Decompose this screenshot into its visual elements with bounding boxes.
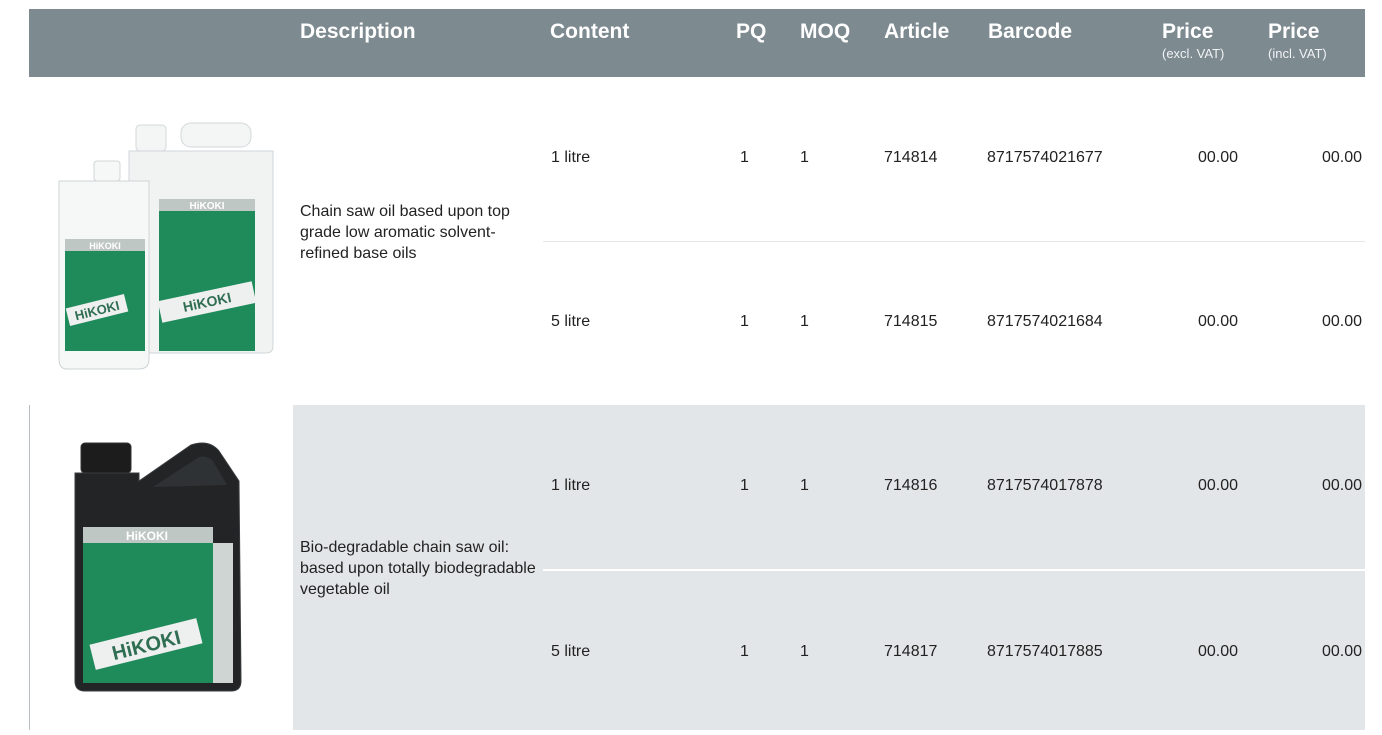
white-oil-bottles-icon: HiKOKI HiKOKI HiKOKI HiKOKI <box>58 122 274 370</box>
cell-content: 1 litre <box>551 149 591 166</box>
cell-pq: 1 <box>740 643 749 660</box>
table-header: Description Content PQ MOQ Article Barco… <box>29 9 1365 77</box>
cell-moq: 1 <box>800 643 809 660</box>
header-pq: PQ <box>736 20 767 43</box>
cell-moq: 1 <box>800 313 809 330</box>
cell-moq: 1 <box>800 149 809 166</box>
cell-price-excl: 00.00 <box>1197 643 1238 660</box>
cell-article: 714817 <box>884 643 938 660</box>
cell-barcode: 8717574021684 <box>987 313 1103 330</box>
product-description: Bio-degradable chain saw oil: based upon… <box>300 539 536 598</box>
cell-pq: 1 <box>740 149 749 166</box>
header-description: Description <box>300 20 416 43</box>
header-price-excl-sub: (excl. VAT) <box>1162 46 1225 61</box>
cell-price-incl: 00.00 <box>1321 313 1362 330</box>
brand-logo: HiKOKI <box>190 201 225 212</box>
cell-moq: 1 <box>800 477 809 494</box>
cell-article: 714814 <box>884 149 938 166</box>
brand-logo-small: HiKOKI <box>89 241 121 251</box>
header-barcode: Barcode <box>988 20 1073 43</box>
cell-price-excl: 00.00 <box>1197 477 1238 494</box>
table-row: 1 litre 1 1 714816 8717574017878 00.00 0… <box>543 405 1365 569</box>
cell-content: 5 litre <box>551 643 591 660</box>
brand-logo: HiKOKI <box>126 529 168 543</box>
cell-price-incl: 00.00 <box>1321 149 1362 166</box>
table-row: 1 litre 1 1 714814 8717574021677 00.00 0… <box>543 77 1365 241</box>
header-moq: MOQ <box>800 20 851 43</box>
cell-article: 714815 <box>884 313 938 330</box>
cell-pq: 1 <box>740 313 749 330</box>
cell-article: 714816 <box>884 477 938 494</box>
cell-price-incl: 00.00 <box>1321 643 1362 660</box>
product-group: HiKOKI HiKOKI HiKOKI HiKOKI Chain saw oi… <box>29 77 1365 405</box>
header-price-incl: Price (incl. VAT) <box>1268 20 1327 61</box>
table-row: 5 litre 1 1 714817 8717574017885 00.00 0… <box>543 571 1365 735</box>
cell-price-excl: 00.00 <box>1197 313 1238 330</box>
cell-content: 5 litre <box>551 313 591 330</box>
header-price-incl-label: Price <box>1268 20 1320 43</box>
cell-barcode: 8717574017878 <box>987 477 1103 494</box>
product-description: Chain saw oil based upon top grade low a… <box>300 203 510 262</box>
cell-barcode: 8717574017885 <box>987 643 1103 660</box>
header-article: Article <box>884 20 950 43</box>
header-content: Content <box>550 20 630 43</box>
table-row: 5 litre 1 1 714815 8717574021684 00.00 0… <box>543 241 1365 405</box>
header-price-excl: Price (excl. VAT) <box>1162 20 1224 61</box>
cell-barcode: 8717574021677 <box>987 149 1103 166</box>
product-group: HiKOKI HiKOKI Bio-degradable chain saw o… <box>29 405 1365 730</box>
header-price-incl-sub: (incl. VAT) <box>1268 46 1327 61</box>
header-price-excl-label: Price <box>1162 20 1214 43</box>
cell-content: 1 litre <box>551 477 591 494</box>
cell-price-incl: 00.00 <box>1321 477 1362 494</box>
black-oil-bottle-icon: HiKOKI HiKOKI <box>74 442 242 692</box>
cell-pq: 1 <box>740 477 749 494</box>
cell-price-excl: 00.00 <box>1197 149 1238 166</box>
